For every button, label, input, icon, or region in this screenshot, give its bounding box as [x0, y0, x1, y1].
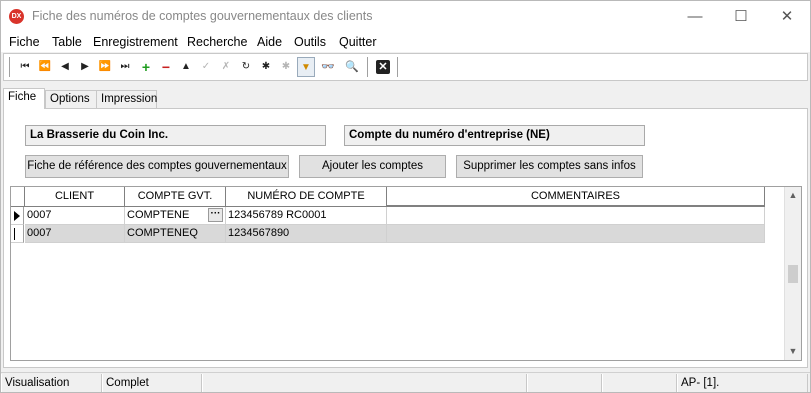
maximize-button[interactable]: ☐: [718, 1, 764, 32]
header-commentaires[interactable]: COMMENTAIRES: [387, 187, 765, 207]
table-row[interactable]: 0007 COMPTENEQ 1234567890: [11, 225, 784, 243]
status-empty-3: [602, 374, 677, 392]
previous-record-icon[interactable]: ◀: [56, 57, 74, 77]
accounts-grid[interactable]: CLIENT COMPTE GVT. NUMÉRO DE COMPTE COMM…: [10, 186, 802, 361]
add-icon[interactable]: +: [137, 57, 155, 77]
next-record-icon[interactable]: ▶: [76, 57, 94, 77]
search-icon[interactable]: 🔍: [343, 57, 361, 77]
row-indicator: [11, 225, 24, 243]
application-window: DX Fiche des numéros de comptes gouverne…: [0, 0, 811, 393]
cell-commentaires[interactable]: [387, 225, 765, 243]
filter-icon[interactable]: ▼: [297, 57, 315, 77]
refresh-icon[interactable]: ↻: [237, 57, 255, 77]
menu-quitter[interactable]: Quitter: [339, 35, 377, 49]
toolbar-separator: [9, 57, 10, 77]
cell-commentaires[interactable]: [387, 207, 765, 225]
toolbar-separator: [367, 57, 368, 77]
cell-compte[interactable]: COMPTENE ···: [125, 207, 226, 225]
add-accounts-button[interactable]: Ajouter les comptes: [299, 155, 446, 178]
menu-table[interactable]: Table: [52, 35, 82, 49]
status-empty-2: [527, 374, 602, 392]
app-logo-icon: DX: [9, 9, 24, 24]
toolbar: ⏮ ⏪ ◀ ▶ ⏩ ⏭ + − ▲ ✓ ✗ ↻ ✱ ✱ ▼ 👓 🔍 ✕: [3, 53, 808, 81]
delete-empty-accounts-button[interactable]: Supprimer les comptes sans infos: [456, 155, 643, 178]
cell-client[interactable]: 0007: [25, 207, 125, 225]
title-bar: DX Fiche des numéros de comptes gouverne…: [1, 1, 810, 32]
cell-numero[interactable]: 123456789 RC0001: [226, 207, 387, 225]
menu-recherche[interactable]: Recherche: [187, 35, 247, 49]
row-indicator: [11, 207, 24, 225]
status-state: Complet: [102, 374, 202, 392]
minimize-button[interactable]: —: [672, 1, 718, 32]
close-form-icon[interactable]: ✕: [376, 60, 390, 74]
status-empty-1: [202, 374, 527, 392]
account-type-field[interactable]: Compte du numéro d'entreprise (NE): [344, 125, 645, 146]
vertical-scrollbar[interactable]: ▲ ▼: [784, 187, 801, 360]
status-position: AP- [1].: [677, 374, 808, 392]
binoculars-icon[interactable]: 👓: [319, 57, 337, 77]
menu-enregistrement[interactable]: Enregistrement: [93, 35, 178, 49]
scroll-thumb[interactable]: [788, 265, 798, 283]
menu-aide[interactable]: Aide: [257, 35, 282, 49]
tab-impression[interactable]: Impression: [96, 90, 157, 108]
header-compte-gvt[interactable]: COMPTE GVT.: [125, 187, 226, 207]
menu-outils[interactable]: Outils: [294, 35, 326, 49]
window-title: Fiche des numéros de comptes gouvernemen…: [32, 9, 373, 23]
first-record-icon[interactable]: ⏮: [16, 57, 34, 77]
status-mode: Visualisation: [1, 374, 102, 392]
edit-up-icon[interactable]: ▲: [177, 57, 195, 77]
reference-sheet-button[interactable]: Fiche de référence des comptes gouvernem…: [25, 155, 289, 178]
cell-compte[interactable]: COMPTENEQ: [125, 225, 226, 243]
menu-bar: Fiche Table Enregistrement Recherche Aid…: [1, 32, 810, 52]
header-numero-compte[interactable]: NUMÉRO DE COMPTE: [226, 187, 387, 207]
row-marker-icon: [14, 228, 15, 240]
status-bar: Visualisation Complet AP- [1].: [1, 372, 810, 392]
scroll-up-icon[interactable]: ▲: [785, 187, 801, 204]
asterisk-disabled-icon[interactable]: ✱: [277, 57, 295, 77]
scroll-down-icon[interactable]: ▼: [785, 343, 801, 360]
previous-page-icon[interactable]: ⏪: [36, 57, 54, 77]
tab-fiche[interactable]: Fiche: [3, 88, 45, 109]
header-client[interactable]: CLIENT: [25, 187, 125, 207]
delete-icon[interactable]: −: [157, 57, 175, 77]
confirm-icon[interactable]: ✓: [197, 57, 215, 77]
client-name-field[interactable]: La Brasserie du Coin Inc.: [25, 125, 326, 146]
current-row-arrow-icon: [14, 211, 20, 221]
grid-header: CLIENT COMPTE GVT. NUMÉRO DE COMPTE COMM…: [11, 187, 784, 207]
menu-fiche[interactable]: Fiche: [9, 35, 40, 49]
cancel-icon[interactable]: ✗: [217, 57, 235, 77]
cell-client[interactable]: 0007: [25, 225, 125, 243]
last-record-icon[interactable]: ⏭: [116, 57, 134, 77]
header-indicator: [11, 187, 25, 207]
ellipsis-button[interactable]: ···: [208, 208, 223, 222]
toolbar-separator: [397, 57, 398, 77]
next-page-icon[interactable]: ⏩: [96, 57, 114, 77]
tab-options[interactable]: Options: [45, 90, 97, 108]
cell-numero[interactable]: 1234567890: [226, 225, 387, 243]
table-row[interactable]: 0007 COMPTENE ··· 123456789 RC0001: [11, 207, 784, 225]
close-window-button[interactable]: ✕: [764, 1, 810, 32]
cell-compte-text: COMPTENE: [127, 209, 190, 221]
asterisk-icon[interactable]: ✱: [257, 57, 275, 77]
